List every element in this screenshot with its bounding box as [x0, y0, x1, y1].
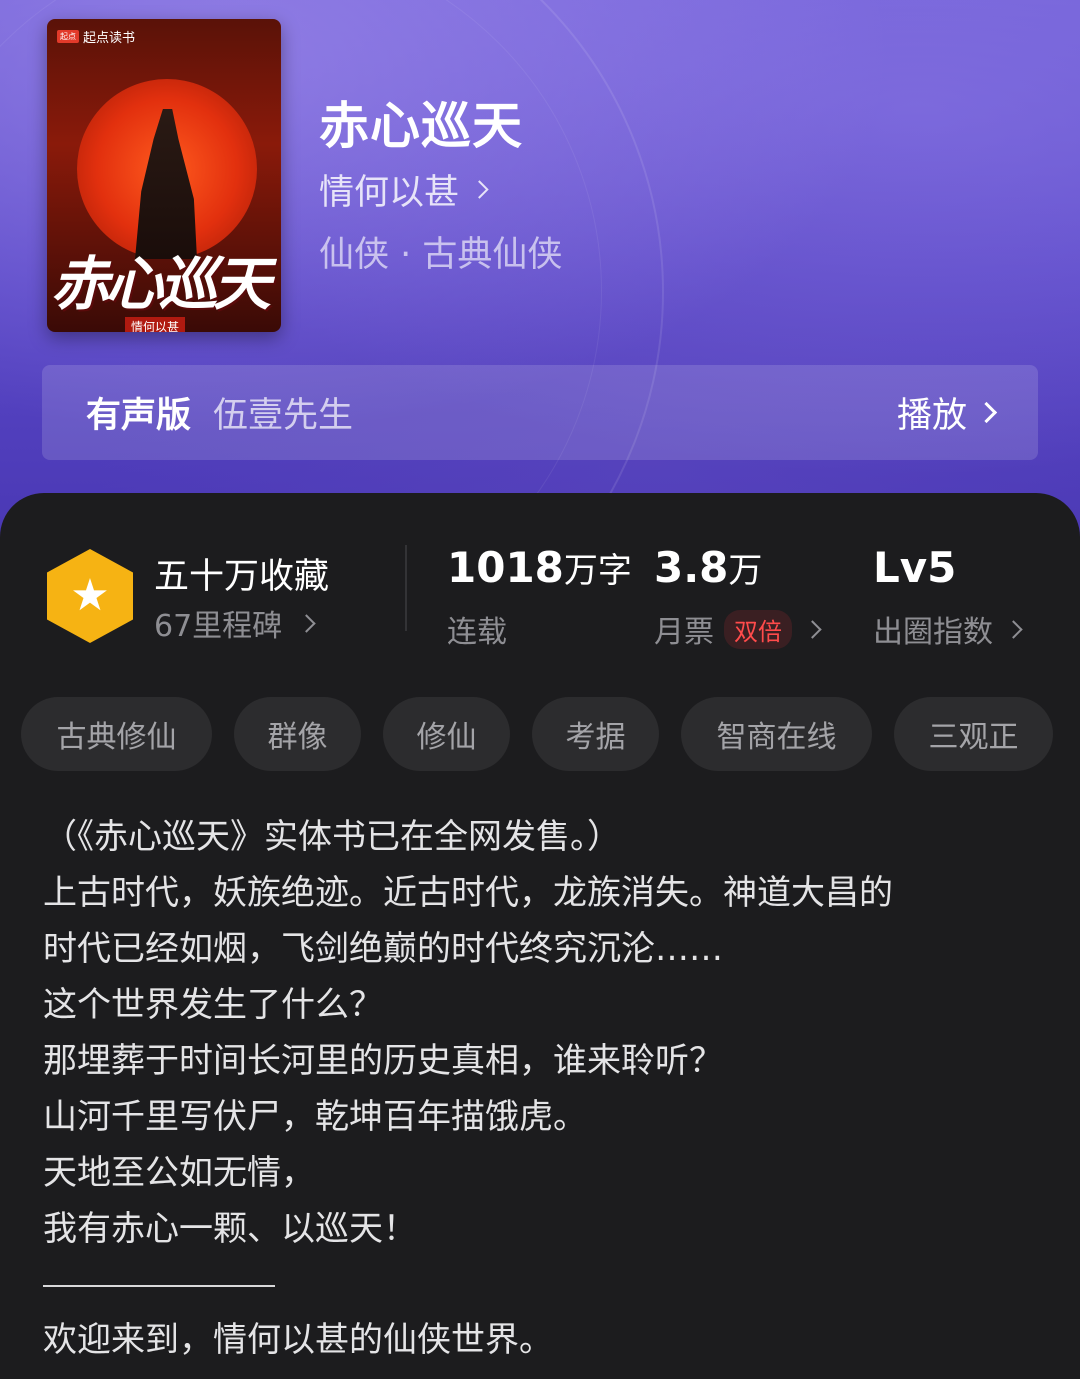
tag-chip[interactable]: 考据	[532, 697, 659, 771]
word-count-unit: 万字	[563, 551, 632, 591]
chevron-right-icon	[297, 613, 316, 633]
collection-badge-icon: ★	[47, 549, 133, 643]
book-description[interactable]: （《赤心巡天》实体书已在全网发售。） 上古时代，妖族绝迹。近古时代，龙族消失。神…	[43, 809, 1043, 1368]
collection-count: 五十万收藏	[154, 557, 330, 597]
chevron-right-icon	[975, 401, 998, 424]
description-line: 上古时代，妖族绝迹。近古时代，龙族消失。神道大昌的	[43, 873, 893, 913]
description-line: 山河千里写伏尸，乾坤百年描饿虎。	[43, 1097, 587, 1137]
tag-chip[interactable]: 智商在线	[681, 697, 872, 771]
tag-chip[interactable]: 群像	[234, 697, 361, 771]
audio-label: 有声版	[86, 396, 192, 436]
play-button[interactable]: 播放	[896, 387, 998, 438]
monthly-tickets-unit: 万	[728, 551, 763, 591]
brand-logo-icon: 起点	[57, 30, 79, 43]
stats-row: ★ 五十万收藏 67里程碑 1018万字 连载 3.8万 月票 双倍 Lv5 出…	[0, 493, 1080, 663]
tag-chip[interactable]: 三观正	[894, 697, 1053, 771]
description-line: 我有赤心一颗、以巡天！	[43, 1209, 417, 1249]
word-count-number: 1018	[447, 543, 564, 592]
milestone-link[interactable]: 67里程碑	[154, 601, 316, 645]
serial-status-label: 连载	[447, 615, 507, 650]
tag-chip[interactable]: 修仙	[383, 697, 510, 771]
book-cover[interactable]: 起点 起点读书 赤心巡天 情何以甚	[47, 19, 281, 332]
chevron-right-icon	[803, 619, 822, 639]
book-title: 赤心巡天	[319, 97, 523, 155]
description-divider	[43, 1285, 275, 1287]
author-name: 情何以甚	[319, 173, 460, 213]
description-line: 时代已经如烟，飞剑绝巅的时代终究沉沦……	[43, 929, 723, 969]
book-genre: 仙侠 · 古典仙侠	[319, 235, 563, 275]
description-line: 天地至公如无情，	[43, 1153, 315, 1193]
popularity-index-label: 出圈指数	[873, 615, 993, 650]
cover-title-art: 赤心巡天	[51, 250, 271, 318]
cover-brand: 起点 起点读书	[57, 27, 135, 46]
cover-brand-name: 起点读书	[83, 31, 136, 46]
play-label: 播放	[896, 396, 967, 436]
description-line: （《赤心巡天》实体书已在全网发售。）	[43, 817, 621, 857]
author-link[interactable]: 情何以甚	[319, 164, 489, 215]
star-icon: ★	[70, 570, 110, 621]
serial-status: 连载	[447, 607, 507, 651]
monthly-tickets: 3.8万	[654, 543, 762, 592]
tag-chip[interactable]: 古典修仙	[21, 697, 212, 771]
milestone-count: 67里程碑	[154, 609, 283, 644]
book-header: 起点 起点读书 赤心巡天 情何以甚 赤心巡天 情何以甚 仙侠 · 古典仙侠 有声…	[0, 0, 1080, 540]
description-line: 欢迎来到，情何以甚的仙侠世界。	[43, 1320, 553, 1360]
audio-version-bar[interactable]: 有声版 伍壹先生 播放	[42, 365, 1038, 460]
stats-divider	[405, 545, 407, 631]
book-detail-panel: ★ 五十万收藏 67里程碑 1018万字 连载 3.8万 月票 双倍 Lv5 出…	[0, 493, 1080, 1379]
monthly-tickets-link[interactable]: 月票 双倍	[654, 607, 822, 651]
level: Lv5	[873, 543, 957, 592]
popularity-index-link[interactable]: 出圈指数	[873, 607, 1023, 651]
chevron-right-icon	[1004, 619, 1023, 639]
description-line: 这个世界发生了什么？	[43, 985, 383, 1025]
tag-list: 古典修仙 群像 修仙 考据 智商在线 三观正	[21, 697, 1053, 771]
monthly-tickets-label: 月票	[654, 615, 714, 650]
double-badge: 双倍	[724, 609, 792, 649]
chevron-right-icon	[470, 180, 489, 199]
audio-narrator: 伍壹先生	[213, 396, 354, 436]
description-line: 那埋葬于时间长河里的历史真相，谁来聆听？	[43, 1041, 723, 1081]
monthly-tickets-number: 3.8	[654, 543, 729, 592]
word-count: 1018万字	[447, 543, 632, 592]
cover-author-seal: 情何以甚	[125, 317, 186, 332]
